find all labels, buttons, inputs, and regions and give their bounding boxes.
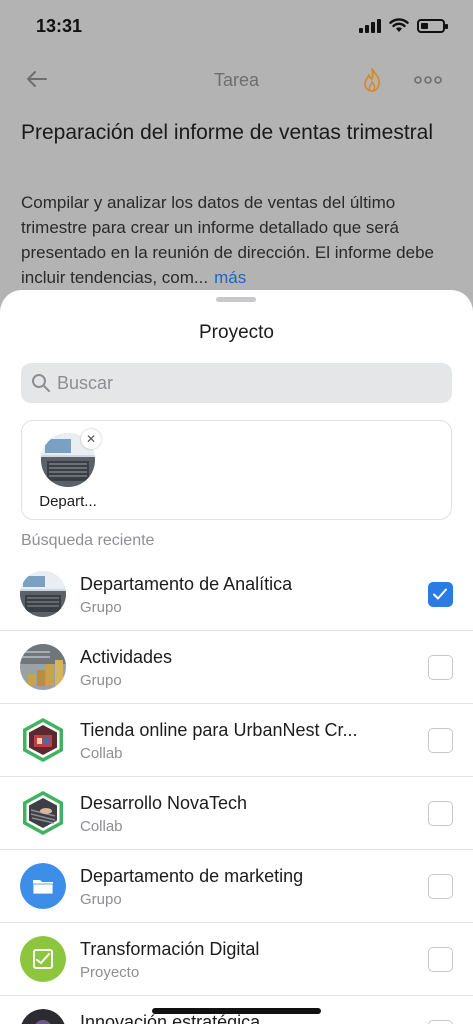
item-checkbox[interactable] [428,728,453,753]
item-name: Departamento de Analítica [80,574,293,594]
task-title: Preparación del informe de ventas trimes… [21,121,434,144]
laptop-photo-avatar [20,571,66,617]
sheet-title: Proyecto [199,322,274,343]
item-name: Desarrollo NovaTech [80,793,248,813]
status-bar: 13:31 [0,0,473,56]
selected-chip[interactable]: ✕ Depart... [36,429,101,510]
photo-avatar [20,1009,66,1024]
item-type: Grupo [80,672,122,689]
task-screen-dimmed: 13:31 Tarea Preparación del informe de v… [0,0,473,320]
item-name: Tienda online para UrbanNest Cr... [80,720,358,740]
item-checkbox[interactable] [428,582,453,607]
list-item[interactable]: Departamento de marketing Grupo [0,850,473,923]
selected-chip-label: Depart... [39,493,97,510]
shop-photo-hexagon-avatar [20,717,66,763]
project-list: Departamento de Analítica Grupo Activida… [0,558,473,1024]
checkmark-icon [433,588,447,600]
list-item[interactable]: Tienda online para UrbanNest Cr... Colla… [0,704,473,777]
list-item[interactable]: Desarrollo NovaTech Collab [0,777,473,850]
list-item[interactable]: Departamento de Analítica Grupo [0,558,473,631]
item-checkbox[interactable] [428,655,453,680]
remove-chip-icon[interactable]: ✕ [81,429,101,449]
more-options-icon[interactable] [413,70,443,90]
coins-photo-avatar [20,644,66,690]
battery-icon [417,18,448,33]
keyboard-photo-hexagon-avatar [20,790,66,836]
status-time: 13:31 [36,16,83,36]
nav-title: Tarea [213,70,260,90]
item-type: Proyecto [80,964,140,981]
item-checkbox[interactable] [428,947,453,972]
more-link[interactable]: más [214,268,246,287]
item-name: Departamento de marketing [80,866,304,886]
top-nav: Tarea [0,60,473,100]
recent-search-label: Búsqueda reciente [21,532,155,549]
task-description: Compilar y analizar los datos de ventas … [21,190,461,290]
chip-avatar: ✕ [41,429,101,487]
item-checkbox[interactable] [428,874,453,899]
search-input[interactable] [57,363,437,403]
wifi-icon [389,18,409,32]
item-checkbox[interactable] [428,801,453,826]
selected-projects: ✕ Depart... [21,420,452,520]
search-bar[interactable] [21,363,452,403]
item-name: Transformación Digital [80,939,260,959]
folder-icon [20,863,66,909]
list-item[interactable]: Actividades Grupo [0,631,473,704]
list-item[interactable]: Transformación Digital Proyecto [0,923,473,996]
item-checkbox[interactable] [428,1020,453,1024]
search-icon [32,374,50,392]
item-type: Grupo [80,599,122,616]
item-type: Collab [80,745,123,762]
status-icons [359,18,448,33]
item-type: Grupo [80,891,122,908]
project-icon [20,936,66,982]
item-type: Collab [80,818,123,835]
signal-icon [359,18,381,33]
item-name: Actividades [80,647,173,667]
project-picker-sheet: Proyecto ✕ [0,290,473,1024]
home-indicator[interactable] [152,1008,321,1014]
sheet-grabber[interactable] [216,297,256,302]
fire-icon[interactable] [359,66,385,94]
